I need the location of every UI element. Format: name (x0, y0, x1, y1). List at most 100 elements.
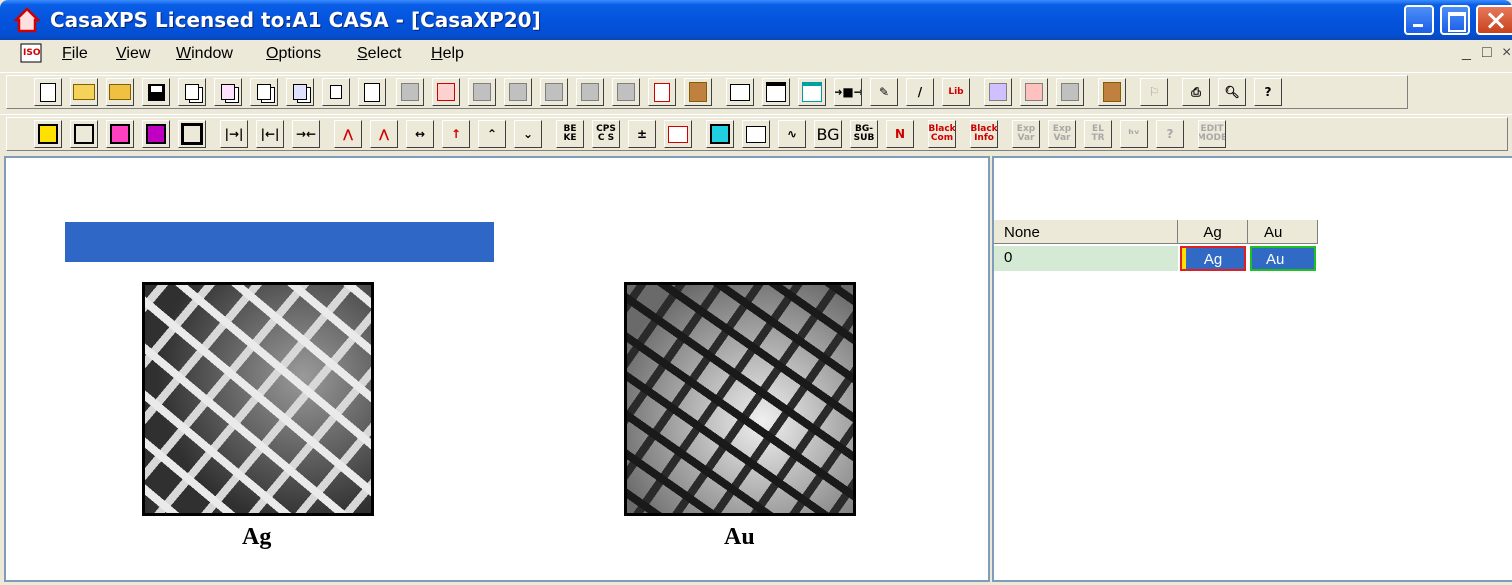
overlay-button[interactable] (70, 120, 98, 148)
print-preview-button[interactable]: 🔍︎ (1218, 78, 1246, 106)
copy-tiled-button[interactable] (214, 78, 242, 106)
move-left-button[interactable]: |←| (256, 120, 284, 148)
exp-var-button[interactable]: Exp Var (1012, 120, 1040, 148)
tile-disabled-button[interactable] (396, 78, 424, 106)
copy-icon (293, 84, 307, 100)
tile-seven-button[interactable] (612, 78, 640, 106)
iso-document-icon[interactable]: ISO (20, 43, 44, 65)
plot-button[interactable] (742, 120, 770, 148)
mdi-restore-button[interactable]: □ (1482, 44, 1492, 62)
title-bar[interactable]: CasaXPS Licensed to:A1 CASA - [CasaXP20] (0, 0, 1512, 40)
pencil-button[interactable]: ✎ (870, 78, 898, 106)
peak-up-icon: ↑ (450, 127, 462, 141)
bg-button[interactable]: BG (814, 120, 842, 148)
edit-mode-button[interactable]: EDIT MODE (1198, 120, 1226, 148)
tile-red-button[interactable] (432, 78, 460, 106)
peak-left-button[interactable]: ⋀ (370, 120, 398, 148)
cyan-tile-button[interactable] (706, 120, 734, 148)
copy-small-button[interactable] (322, 78, 350, 106)
tile-four-button[interactable] (504, 78, 532, 106)
help-button[interactable]: ? (1254, 78, 1282, 106)
open-append-button[interactable] (106, 78, 134, 106)
be-ke-button[interactable]: BE KE (556, 120, 584, 148)
menu-file[interactable]: File (62, 45, 88, 63)
spectrum-window-button[interactable] (798, 78, 826, 106)
cps-cs-button[interactable]: CPS C S (592, 120, 620, 148)
normalize-button[interactable]: N (886, 120, 914, 148)
menu-select[interactable]: Select (357, 45, 401, 63)
table-cell-ag[interactable]: Ag (1180, 246, 1246, 271)
window-overlay-button[interactable] (762, 78, 790, 106)
tile-grid-icon (581, 83, 599, 101)
library-button[interactable]: Lib (942, 78, 970, 106)
report-button[interactable] (1098, 78, 1126, 106)
small-page-icon (330, 85, 342, 99)
bg-sub-button[interactable]: BG- SUB (850, 120, 878, 148)
new-button[interactable] (34, 78, 62, 106)
printer-icon: ⎙ (1191, 84, 1201, 99)
overlay-magenta-button[interactable] (142, 120, 170, 148)
scale-down-button[interactable]: ⌄ (514, 120, 542, 148)
element-table-button[interactable] (984, 78, 1012, 106)
close-button[interactable] (1476, 5, 1512, 35)
window-single-button[interactable] (726, 78, 754, 106)
column-header-none[interactable]: None (994, 220, 1178, 244)
next-arrow-button[interactable]: →■→ (834, 78, 862, 106)
black-info-button[interactable]: Black Info (970, 120, 998, 148)
column-header-ag[interactable]: Ag (1178, 220, 1248, 244)
peak-right-button[interactable]: ⋀ (334, 120, 362, 148)
menu-window[interactable]: Window (176, 45, 233, 63)
hv-button[interactable]: ʰᵛ (1120, 120, 1148, 148)
page-button[interactable] (358, 78, 386, 106)
tile-red-icon (437, 83, 455, 101)
element-table-two-button[interactable] (1020, 78, 1048, 106)
frame-button[interactable] (178, 120, 206, 148)
save-button[interactable] (142, 78, 170, 106)
element-table-disabled-button[interactable] (1056, 78, 1084, 106)
spectrum-button[interactable] (664, 120, 692, 148)
tile-five-button[interactable] (540, 78, 568, 106)
calc-button[interactable]: ? (1156, 120, 1184, 148)
scale-up-button[interactable]: ⌃ (478, 120, 506, 148)
line-button[interactable]: / (906, 78, 934, 106)
menu-help[interactable]: Help (431, 45, 464, 63)
mdi-minimize-button[interactable]: _ (1462, 44, 1471, 62)
processing-toolbar: |→| |←| →← ⋀ ⋀ ↔ ↑ ⌃ ⌄ BE KE CPS C S ± ∿… (0, 114, 1512, 153)
mdi-close-button[interactable]: × (1502, 44, 1511, 62)
column-header-au[interactable]: Au (1248, 220, 1318, 244)
calc-icon: ? (1166, 127, 1174, 141)
contract-button[interactable]: →← (292, 120, 320, 148)
wave-button[interactable]: ∿ (778, 120, 806, 148)
tile-yellow-button[interactable] (34, 120, 62, 148)
print-button[interactable]: ⎙ (1182, 78, 1210, 106)
paste-button[interactable] (684, 78, 712, 106)
tile-magenta-button[interactable] (106, 120, 134, 148)
copy-button[interactable] (178, 78, 206, 106)
table-row-label[interactable]: 0 (994, 246, 1178, 271)
el-tr-button[interactable]: EL TR (1084, 120, 1112, 148)
copy-icon (185, 84, 199, 100)
copy-block-button[interactable] (286, 78, 314, 106)
black-com-button[interactable]: Black Com (928, 120, 956, 148)
peak-up-button[interactable]: ↑ (442, 120, 470, 148)
exp-var-two-button[interactable]: Exp Var (1048, 120, 1076, 148)
chevron-down-icon: ⌄ (522, 127, 534, 141)
image-display-pane[interactable]: Ag Au (4, 156, 990, 582)
frame-icon (181, 123, 203, 145)
expand-button[interactable]: ↔ (406, 120, 434, 148)
move-right-button[interactable]: |→| (220, 120, 248, 148)
iso-button[interactable] (648, 78, 676, 106)
copy-page-button[interactable] (250, 78, 278, 106)
tile-six-button[interactable] (576, 78, 604, 106)
maximize-button[interactable] (1440, 5, 1470, 35)
tile-three-button[interactable] (468, 78, 496, 106)
table-cell-au[interactable]: Au (1250, 246, 1316, 271)
open-button[interactable] (70, 78, 98, 106)
menu-options[interactable]: Options (266, 45, 321, 63)
flag-disabled-button[interactable]: ⚐ (1140, 78, 1168, 106)
minimize-button[interactable] (1404, 5, 1434, 35)
experiment-browser-pane[interactable]: None Ag Au 0 Ag Au (992, 156, 1512, 582)
energy-shift-button[interactable]: ± (628, 120, 656, 148)
menu-view[interactable]: View (116, 45, 150, 63)
window-title: CasaXPS Licensed to:A1 CASA - [CasaXP20] (50, 8, 541, 32)
